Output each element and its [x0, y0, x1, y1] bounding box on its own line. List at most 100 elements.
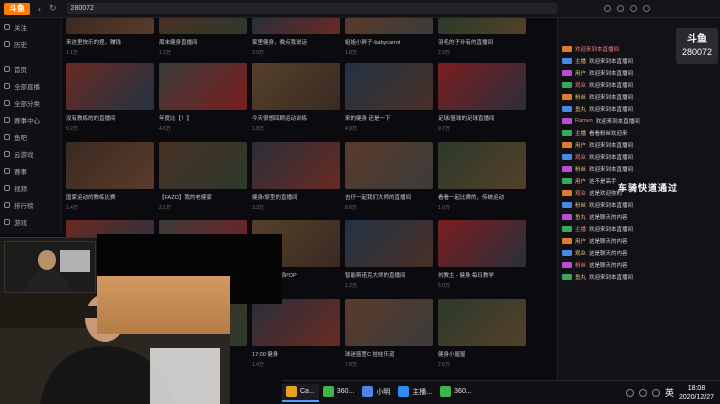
- stream-card[interactable]: 吉仔一起我们大师的直播间 8.6万: [345, 141, 433, 218]
- taskbar-item[interactable]: 主播...: [394, 384, 436, 402]
- chat-username[interactable]: 粉丝: [575, 93, 586, 101]
- stream-thumbnail[interactable]: [66, 18, 154, 34]
- sidebar-item-all-live[interactable]: 全部直播: [0, 77, 61, 94]
- stream-card[interactable]: 姐姐小胖子-babycarrot 1.8万: [345, 18, 433, 60]
- sidebar-item-yuba[interactable]: 鱼吧: [0, 128, 61, 145]
- stream-thumbnail[interactable]: [159, 18, 247, 34]
- stream-title[interactable]: 看看一起比赛的，传统运动: [438, 193, 526, 201]
- stream-title[interactable]: 今天很想回顾运动训练: [252, 114, 340, 122]
- stream-title[interactable]: 健身/原型的直播间: [252, 193, 340, 201]
- stream-title[interactable]: 周末健身直播间: [159, 38, 247, 46]
- chat-username[interactable]: 粉丝: [575, 165, 586, 173]
- stream-title[interactable]: 刘教主 - 健身 每日教学: [438, 271, 526, 279]
- stream-thumbnail[interactable]: [66, 141, 154, 189]
- chat-username[interactable]: 鱼丸: [575, 273, 586, 281]
- chat-username[interactable]: 粉丝: [575, 261, 586, 269]
- stream-card[interactable]: 球迷篮筐C 娃娃乐道 7.8万: [345, 299, 433, 375]
- stream-card[interactable]: 足球/篮球的足球直播间 9.7万: [438, 62, 526, 139]
- clock[interactable]: 18:08 2020/12/27: [679, 384, 714, 402]
- stream-thumbnail[interactable]: [66, 62, 154, 110]
- chat-username[interactable]: 观众: [575, 153, 586, 161]
- taskbar-item[interactable]: 360...: [436, 384, 476, 402]
- chat-username[interactable]: 主播: [575, 57, 586, 65]
- address-bar[interactable]: 280072: [66, 3, 557, 14]
- download-icon[interactable]: [630, 5, 637, 12]
- stream-thumbnail[interactable]: [438, 220, 526, 268]
- stream-card[interactable]: 羽毛的子孙有的直播间 2.3万: [438, 18, 526, 60]
- stream-card[interactable]: 今天很想回顾运动训练 1.8万: [252, 62, 340, 139]
- stream-title[interactable]: 【FAZO】我的老健家: [159, 193, 247, 201]
- taskbar-item[interactable]: 360...: [319, 384, 359, 402]
- chat-username[interactable]: 主播: [575, 129, 586, 137]
- stream-card[interactable]: 健身/原型的直播间 3.3万: [252, 141, 340, 218]
- taskbar-item[interactable]: 小明: [358, 384, 394, 402]
- stream-card[interactable]: 家里健身，晚点我说话 3.9万: [252, 18, 340, 60]
- chat-username[interactable]: 鱼丸: [575, 213, 586, 221]
- refresh-icon[interactable]: ↻: [49, 3, 57, 14]
- stream-thumbnail[interactable]: [252, 141, 340, 189]
- sidebar-item-history[interactable]: 历史: [0, 35, 61, 52]
- stream-card[interactable]: 没有教练的的直播间 9.2万: [66, 62, 154, 139]
- stream-thumbnail[interactable]: [438, 62, 526, 110]
- network-icon[interactable]: [625, 388, 634, 397]
- chat-username[interactable]: 主播: [575, 225, 586, 233]
- taskbar-item[interactable]: Ca...: [282, 383, 319, 402]
- stream-thumbnail[interactable]: [345, 299, 433, 347]
- stream-title[interactable]: 羽毛的子孙有的直播间: [438, 38, 526, 46]
- back-arrow-icon[interactable]: ‹: [38, 4, 41, 14]
- stream-card[interactable]: 来这里快乐的捏，赚钱 1.1万: [66, 18, 154, 60]
- chat-username[interactable]: 粉丝: [575, 201, 586, 209]
- sidebar-item-matches[interactable]: 赛事: [0, 162, 61, 179]
- stream-thumbnail[interactable]: [345, 141, 433, 189]
- stream-card[interactable]: 智能斯诺克大师的直播间 1.2万: [345, 220, 433, 296]
- history-icon[interactable]: [617, 5, 624, 12]
- chat-username[interactable]: 观众: [575, 249, 586, 257]
- stream-title[interactable]: 吉仔一起我们大师的直播间: [345, 193, 433, 201]
- stream-card[interactable]: 周末健身直播间 1.2万: [159, 18, 247, 60]
- user-icon[interactable]: [643, 5, 650, 12]
- stream-title[interactable]: 17:00 健身: [252, 350, 340, 358]
- stream-thumbnail[interactable]: [252, 299, 340, 347]
- stream-card[interactable]: 刘教主 - 健身 每日教学 5.0万: [438, 220, 526, 296]
- chat-username[interactable]: 用户: [575, 177, 586, 185]
- stream-thumbnail[interactable]: [345, 18, 433, 34]
- stream-title[interactable]: 智能斯诺克大师的直播间: [345, 271, 433, 279]
- stream-title[interactable]: 足球/篮球的足球直播间: [438, 114, 526, 122]
- stream-thumbnail[interactable]: [438, 299, 526, 347]
- douyu-logo[interactable]: 斗鱼: [4, 2, 30, 15]
- stream-thumbnail[interactable]: [345, 220, 433, 268]
- volume-icon[interactable]: [638, 388, 647, 397]
- stream-card[interactable]: 来的健身 还是一下 4.9万: [345, 62, 433, 139]
- stream-thumbnail[interactable]: [159, 62, 247, 110]
- stream-thumbnail[interactable]: [345, 62, 433, 110]
- chat-username[interactable]: 观众: [575, 189, 586, 197]
- stream-thumbnail[interactable]: [252, 18, 340, 34]
- stream-thumbnail[interactable]: [438, 18, 526, 34]
- search-icon[interactable]: [604, 5, 611, 12]
- input-language[interactable]: 英: [665, 386, 674, 399]
- sidebar-item-video[interactable]: 视频: [0, 179, 61, 196]
- sidebar-item-events-center[interactable]: 赛事中心: [0, 111, 61, 128]
- stream-card[interactable]: 年度比【！】 4.6万: [159, 62, 247, 139]
- sidebar-item-categories[interactable]: 全部分类: [0, 94, 61, 111]
- sidebar-item-game[interactable]: 游戏: [0, 213, 61, 230]
- stream-title[interactable]: 来这里快乐的捏，赚钱: [66, 38, 154, 46]
- stream-card[interactable]: 【FAZO】我的老健家 2.1万: [159, 141, 247, 218]
- stream-title[interactable]: 来的健身 还是一下: [345, 114, 433, 122]
- keyboard-icon[interactable]: [651, 388, 660, 397]
- stream-card[interactable]: 国家运动的教练比赛 1.4万: [66, 141, 154, 218]
- stream-thumbnail[interactable]: [252, 62, 340, 110]
- stream-card[interactable]: 17:00 健身 1.4万: [252, 299, 340, 375]
- sidebar-item-follow[interactable]: 关注: [0, 18, 61, 35]
- stream-title[interactable]: 球迷篮筐C 娃娃乐道: [345, 350, 433, 358]
- chat-username[interactable]: 用户: [575, 141, 586, 149]
- stream-card[interactable]: 看看一起比赛的，传统运动 1.6万: [438, 141, 526, 218]
- chat-username[interactable]: 观众: [575, 81, 586, 89]
- sidebar-item-rank[interactable]: 排行榜: [0, 196, 61, 213]
- chat-username[interactable]: 用户: [575, 237, 586, 245]
- stream-thumbnail[interactable]: [159, 141, 247, 189]
- stream-title[interactable]: 健身小屋屋: [438, 350, 526, 358]
- sidebar-item-cloud-game[interactable]: 云游戏: [0, 145, 61, 162]
- stream-title[interactable]: 国家运动的教练比赛: [66, 193, 154, 201]
- stream-title[interactable]: 年度比【！】: [159, 114, 247, 122]
